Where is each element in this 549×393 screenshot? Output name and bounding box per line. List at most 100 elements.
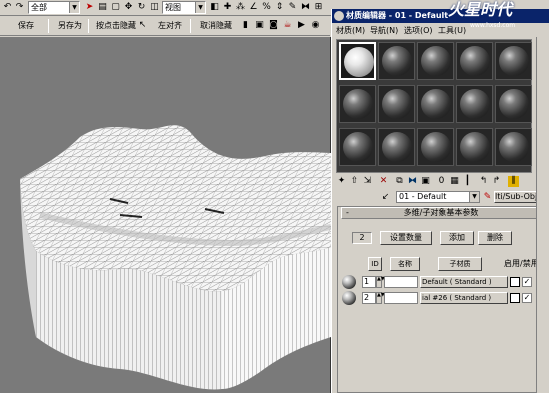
make-unique-icon[interactable]: ⧓ bbox=[407, 176, 418, 187]
align-left-button[interactable]: 左对齐 bbox=[158, 20, 182, 31]
submaterial-swatch-icon bbox=[342, 275, 356, 289]
save-button[interactable]: 保存 bbox=[18, 20, 34, 31]
add-button[interactable]: 添加 bbox=[440, 231, 474, 245]
perspective-viewport[interactable] bbox=[0, 37, 332, 393]
submaterial-id-field[interactable]: 2 bbox=[362, 292, 376, 304]
pick-material-icon[interactable]: ✎ bbox=[482, 192, 493, 203]
lock-icon[interactable]: ▮ bbox=[240, 20, 251, 31]
menu-options[interactable]: 选项(O) bbox=[404, 24, 433, 38]
sample-slot[interactable] bbox=[339, 85, 376, 123]
sample-slot[interactable] bbox=[417, 128, 454, 166]
environment-icon[interactable]: ◉ bbox=[310, 20, 321, 31]
select-region-icon[interactable]: ▢ bbox=[110, 2, 121, 13]
sample-slot[interactable] bbox=[495, 42, 532, 80]
select-manipulate-icon[interactable]: ✚ bbox=[222, 2, 233, 13]
submaterial-row: 2 ▲▼ ial #26 ( Standard ) ✓ bbox=[338, 291, 546, 305]
multi-sub-object-rollout: - 多维/子对象基本参数 2 设置数量 添加 删除 ID 名称 子材质 启用/禁… bbox=[337, 206, 546, 393]
rollout-title[interactable]: - 多维/子对象基本参数 bbox=[341, 207, 541, 219]
menu-material[interactable]: 材质(M) bbox=[336, 24, 365, 38]
go-to-parent-icon[interactable]: ↰ bbox=[478, 176, 489, 187]
named-selection-icon[interactable]: ✎ bbox=[287, 2, 298, 13]
redo-icon[interactable]: ↷ bbox=[14, 2, 25, 13]
quick-render-icon[interactable]: ▶ bbox=[296, 20, 307, 31]
put-to-library-icon[interactable]: ▣ bbox=[420, 176, 431, 187]
material-sphere bbox=[421, 89, 451, 119]
mirror-icon[interactable]: ⧓ bbox=[300, 2, 311, 13]
reference-coord-value: 视图 bbox=[165, 3, 181, 12]
on-off-header: 启用/禁用 bbox=[504, 259, 539, 268]
render-icon[interactable]: ◙ bbox=[268, 20, 279, 31]
material-effects-channel-icon[interactable]: 0 bbox=[436, 176, 447, 187]
sort-by-submaterial-button[interactable]: 子材质 bbox=[438, 257, 482, 271]
sample-slot[interactable] bbox=[378, 85, 415, 123]
sample-slot[interactable] bbox=[456, 42, 493, 80]
get-material-icon[interactable]: ✦ bbox=[336, 176, 347, 187]
rotate-icon[interactable]: ↻ bbox=[136, 2, 147, 13]
sort-by-id-button[interactable]: ID bbox=[368, 257, 382, 271]
sample-slot[interactable] bbox=[495, 85, 532, 123]
go-forward-sibling-icon[interactable]: ↱ bbox=[491, 176, 502, 187]
save-as-button[interactable]: 另存为 bbox=[58, 20, 82, 31]
set-number-button[interactable]: 设置数量 bbox=[380, 231, 432, 245]
align-icon[interactable]: ⊞ bbox=[313, 2, 324, 13]
material-sphere bbox=[382, 89, 412, 119]
enable-checkbox[interactable]: ✓ bbox=[522, 293, 532, 303]
pivot-icon[interactable]: ◧ bbox=[209, 2, 220, 13]
command-panel-edge[interactable] bbox=[536, 37, 549, 393]
undo-icon[interactable]: ↶ bbox=[2, 2, 13, 13]
show-map-icon[interactable]: ▦ bbox=[449, 176, 460, 187]
submaterial-name-field[interactable] bbox=[384, 292, 418, 304]
submaterial-id-field[interactable]: 1 bbox=[362, 276, 376, 288]
sort-by-name-button[interactable]: 名称 bbox=[390, 257, 420, 271]
color-swatch[interactable] bbox=[510, 293, 520, 303]
move-icon[interactable]: ✥ bbox=[123, 2, 134, 13]
hide-by-click-button[interactable]: 按点击隐藏 bbox=[96, 20, 136, 31]
selection-filter-dropdown[interactable]: 全部 ▼ bbox=[28, 1, 80, 14]
scale-icon[interactable]: ◫ bbox=[149, 2, 160, 13]
angle-snap-icon[interactable]: ∠ bbox=[248, 2, 259, 13]
submaterial-button[interactable]: ial #26 ( Standard ) bbox=[420, 292, 508, 304]
sample-slot[interactable] bbox=[417, 85, 454, 123]
material-name-field[interactable]: 01 - Default ▼ bbox=[396, 191, 480, 203]
submaterial-button[interactable]: Default ( Standard ) bbox=[420, 276, 508, 288]
material-sphere bbox=[421, 132, 451, 162]
sample-slot[interactable] bbox=[417, 42, 454, 80]
sample-slot[interactable] bbox=[378, 128, 415, 166]
assign-to-selection-icon[interactable]: ⇲ bbox=[362, 176, 373, 187]
render-setup-icon[interactable]: ▣ bbox=[254, 20, 265, 31]
reset-icon[interactable]: ✕ bbox=[378, 176, 389, 187]
submaterial-name-field[interactable] bbox=[384, 276, 418, 288]
snap-icon[interactable]: ⁂ bbox=[235, 2, 246, 13]
collapse-icon: - bbox=[346, 208, 349, 217]
material-navigator-icon[interactable]: ⫼ bbox=[508, 176, 519, 187]
sample-slot[interactable] bbox=[339, 128, 376, 166]
copy-material-icon[interactable]: ⧉ bbox=[394, 176, 405, 187]
percent-snap-icon[interactable]: % bbox=[261, 2, 272, 13]
menu-navigation[interactable]: 导航(N) bbox=[370, 24, 398, 38]
select-by-name-icon[interactable]: ▤ bbox=[97, 2, 108, 13]
sample-slot[interactable] bbox=[495, 128, 532, 166]
sample-slot[interactable] bbox=[456, 128, 493, 166]
enable-checkbox[interactable]: ✓ bbox=[522, 277, 532, 287]
spinner-snap-icon[interactable]: ⇕ bbox=[274, 2, 285, 13]
pick-from-object-icon[interactable]: ↙ bbox=[380, 192, 391, 203]
material-sphere bbox=[382, 46, 412, 76]
arrow-cursor-icon[interactable]: ↖ bbox=[137, 20, 148, 31]
show-end-result-icon[interactable]: ┃ bbox=[462, 176, 473, 187]
color-swatch[interactable] bbox=[510, 277, 520, 287]
id-spinner[interactable]: ▲▼ bbox=[376, 292, 385, 304]
teapot-icon[interactable]: ☕ bbox=[282, 20, 293, 31]
put-to-scene-icon[interactable]: ⇧ bbox=[349, 176, 360, 187]
rollout-title-text: 多维/子对象基本参数 bbox=[403, 208, 479, 217]
arrow-cursor-icon[interactable]: ➤ bbox=[84, 2, 95, 13]
id-spinner[interactable]: ▲▼ bbox=[376, 276, 385, 288]
delete-button[interactable]: 删除 bbox=[478, 231, 512, 245]
max-window: ↶ ↷ 全部 ▼ ➤ ▤ ▢ ✥ ↻ ◫ 视图 ▼ ◧ ✚ ⁂ ∠ % ⇕ ✎ … bbox=[0, 0, 549, 393]
material-name-row: ↙ 01 - Default ▼ ✎ lti/Sub-Object bbox=[332, 190, 549, 204]
unhide-button[interactable]: 取消隐藏 bbox=[200, 20, 232, 31]
sample-slot[interactable] bbox=[456, 85, 493, 123]
material-count-field[interactable]: 2 bbox=[352, 232, 372, 244]
sample-slot[interactable] bbox=[378, 42, 415, 80]
sample-slot[interactable] bbox=[339, 42, 376, 80]
reference-coord-dropdown[interactable]: 视图 ▼ bbox=[162, 1, 206, 14]
